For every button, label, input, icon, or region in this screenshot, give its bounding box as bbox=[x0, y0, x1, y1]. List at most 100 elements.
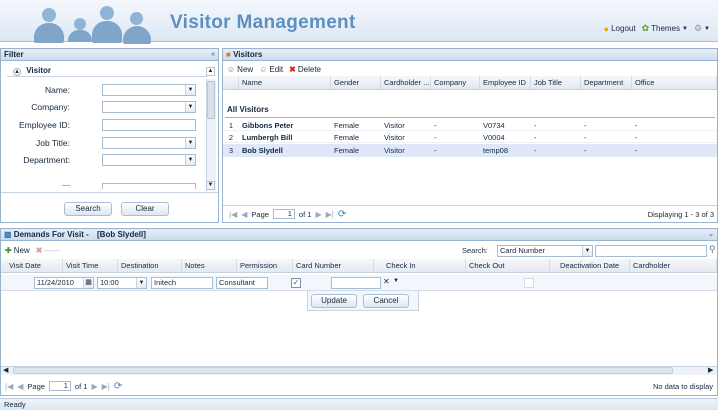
chevron-down-icon[interactable]: ▼ bbox=[185, 155, 195, 165]
column-permission[interactable]: Permission bbox=[237, 259, 293, 272]
employee-id-field[interactable] bbox=[102, 119, 196, 131]
chevron-down-icon[interactable]: ▼ bbox=[185, 102, 195, 112]
new-demand-button[interactable]: ✚ New bbox=[5, 246, 30, 255]
chevron-down-icon[interactable]: ▼ bbox=[185, 85, 195, 95]
column-company[interactable]: Company bbox=[431, 76, 480, 89]
employee-id-label: Employee ID: bbox=[18, 120, 70, 130]
collapse-icon[interactable]: « bbox=[211, 49, 215, 61]
collapse-icon[interactable]: ⌄ bbox=[708, 229, 714, 241]
themes-link[interactable]: ✿ Themes ▼ bbox=[642, 23, 688, 34]
column-deactivation-date[interactable]: Deactivation Date bbox=[550, 259, 630, 272]
column-employee-id[interactable]: Employee ID bbox=[480, 76, 531, 89]
column-cardholder[interactable]: Cardholder ... bbox=[381, 76, 431, 89]
last-page-icon[interactable]: ▶| bbox=[326, 210, 334, 219]
first-page-icon[interactable]: |◀ bbox=[5, 382, 13, 391]
visit-time-field[interactable]: 10:00 ▼ bbox=[97, 277, 147, 289]
status-text: Ready bbox=[4, 400, 26, 409]
filter-scrollbar-thumb[interactable] bbox=[207, 81, 215, 119]
visit-date-field[interactable]: 11/24/2010 ▦ bbox=[34, 277, 94, 289]
filter-panel: Filter « ▲ Visitor ▲ Name: ▼ Company: ▼ … bbox=[0, 48, 219, 223]
collapse-toggle-icon[interactable]: ▲ bbox=[13, 68, 21, 76]
column-office[interactable]: Office bbox=[632, 76, 717, 89]
clear-button[interactable]: Clear bbox=[121, 202, 169, 216]
name-field[interactable]: ▼ bbox=[102, 84, 196, 96]
column-cardholder[interactable]: Cardholder bbox=[630, 259, 717, 272]
card-number-field[interactable] bbox=[331, 277, 381, 289]
scroll-right-icon[interactable]: ▶ bbox=[708, 366, 713, 374]
group-row[interactable]: All Visitors bbox=[227, 105, 269, 114]
column-destination[interactable]: Destination bbox=[118, 259, 182, 272]
visitors-pager-divider bbox=[223, 205, 717, 206]
group-scroll-up[interactable]: ▲ bbox=[206, 67, 215, 76]
refresh-icon[interactable]: ⟳ bbox=[338, 209, 346, 220]
update-button[interactable]: Update bbox=[311, 294, 357, 308]
prev-page-icon[interactable]: ◀ bbox=[17, 382, 23, 391]
page-number-input[interactable]: 1 bbox=[48, 381, 71, 391]
lock-icon: ● bbox=[603, 23, 610, 34]
last-page-icon[interactable]: ▶| bbox=[102, 382, 110, 391]
company-field[interactable]: ▼ bbox=[102, 101, 196, 113]
app-title: Visitor Management bbox=[170, 12, 356, 33]
permission-checkbox[interactable]: ✓ bbox=[291, 278, 301, 288]
column-job-title[interactable]: Job Title bbox=[531, 76, 581, 89]
demands-search-label: Search: bbox=[462, 246, 488, 255]
delete-visitor-button[interactable]: ✖ Delete bbox=[289, 65, 321, 74]
table-row[interactable]: 2 Lumbergh Bill Female Visitor - V0004 -… bbox=[223, 132, 717, 143]
page-number-input[interactable]: 1 bbox=[272, 209, 295, 219]
column-rownum bbox=[223, 76, 239, 89]
add-icon: ✚ bbox=[5, 245, 12, 255]
visitors-pager: |◀ ◀ Page 1 of 1 ▶ ▶| ⟳ bbox=[229, 208, 347, 220]
notes-field[interactable]: Consultant bbox=[216, 277, 268, 289]
search-icon[interactable]: ⚲ bbox=[709, 244, 716, 255]
new-visitor-button[interactable]: ☺ New bbox=[227, 65, 253, 74]
demands-panel: ▩ Demands For Visit - [Bob Slydell] ⌄ ✚ N… bbox=[0, 228, 718, 396]
more-label: ---- bbox=[62, 183, 70, 189]
logout-link[interactable]: ● Logout bbox=[604, 24, 636, 34]
chevron-down-icon[interactable]: ▼ bbox=[393, 278, 399, 284]
card-number-clear-icon[interactable]: ✕ bbox=[383, 277, 390, 286]
calendar-icon[interactable]: ▦ bbox=[83, 278, 93, 288]
chevron-down-icon[interactable]: ▼ bbox=[136, 278, 146, 288]
filter-scroll-down[interactable]: ▼ bbox=[206, 181, 215, 190]
column-gender[interactable]: Gender bbox=[331, 76, 381, 89]
check-out-checkbox[interactable] bbox=[524, 278, 534, 288]
edit-visitor-button[interactable]: ☺ Edit bbox=[259, 65, 283, 74]
delete-demand-button[interactable]: ✖ —— bbox=[36, 246, 61, 255]
search-button[interactable]: Search bbox=[64, 202, 112, 216]
column-department[interactable]: Department bbox=[581, 76, 632, 89]
scroll-left-icon[interactable]: ◀ bbox=[3, 366, 8, 374]
top-links: ● Logout ✿ Themes ▼ ⚙ ▼ bbox=[604, 23, 710, 34]
visitors-icon: ■ bbox=[226, 50, 231, 59]
cancel-button[interactable]: Cancel bbox=[363, 294, 409, 308]
column-name[interactable]: Name bbox=[239, 76, 331, 89]
job-title-field[interactable]: ▼ bbox=[102, 137, 196, 149]
destination-field[interactable]: Initech bbox=[151, 277, 213, 289]
visitors-grid-body: 1 Gibbons Peter Female Visitor - V0734 -… bbox=[223, 120, 717, 157]
column-card-number[interactable]: Card Number bbox=[293, 259, 374, 272]
more-field[interactable] bbox=[102, 183, 196, 189]
prev-page-icon[interactable]: ◀ bbox=[241, 210, 247, 219]
refresh-icon[interactable]: ⟳ bbox=[114, 381, 122, 392]
chevron-down-icon: ▼ bbox=[682, 25, 688, 32]
people-logo bbox=[30, 2, 155, 44]
next-page-icon[interactable]: ▶ bbox=[91, 382, 97, 391]
column-notes[interactable]: Notes bbox=[182, 259, 237, 272]
column-visit-time[interactable]: Visit Time bbox=[63, 259, 118, 272]
demands-hscrollbar-thumb[interactable] bbox=[13, 367, 673, 374]
department-field[interactable]: ▼ bbox=[102, 154, 196, 166]
search-field-select[interactable]: Card Number ▼ bbox=[497, 245, 593, 257]
column-check-out[interactable]: Check Out bbox=[466, 259, 550, 272]
delete-icon: ✖ bbox=[289, 64, 296, 74]
next-page-icon[interactable]: ▶ bbox=[315, 210, 321, 219]
chevron-down-icon[interactable]: ▼ bbox=[185, 138, 195, 148]
name-label: Name: bbox=[44, 85, 70, 95]
table-row[interactable]: 3 Bob Slydell Female Visitor - temp08 - … bbox=[223, 144, 717, 157]
column-visit-date[interactable]: Visit Date bbox=[1, 259, 63, 272]
table-row[interactable]: 1 Gibbons Peter Female Visitor - V0734 -… bbox=[223, 120, 717, 131]
settings-menu[interactable]: ⚙ ▼ bbox=[694, 23, 710, 34]
chevron-down-icon[interactable]: ▼ bbox=[582, 246, 592, 256]
search-input[interactable] bbox=[595, 245, 707, 257]
first-page-icon[interactable]: |◀ bbox=[229, 210, 237, 219]
column-check-in[interactable]: Check In bbox=[374, 259, 466, 272]
calendar-icon: ▩ bbox=[4, 230, 12, 239]
